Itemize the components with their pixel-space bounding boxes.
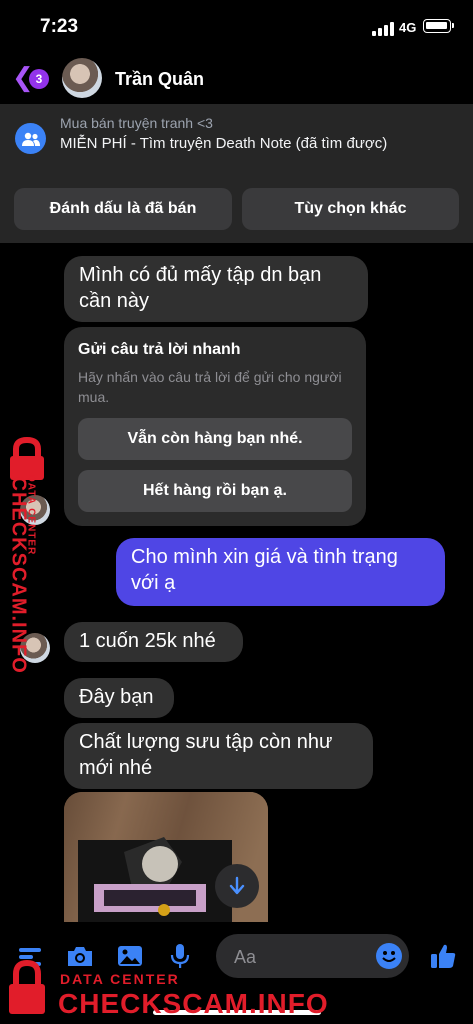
status-bar: 7:23 4G	[0, 0, 473, 52]
quick-reply-title: Gửi câu trả lời nhanh	[78, 341, 241, 358]
microphone-icon[interactable]	[164, 940, 196, 972]
scroll-down-button[interactable]	[215, 864, 259, 908]
emoji-icon[interactable]	[376, 943, 402, 969]
people-icon	[15, 123, 46, 154]
message-bubble[interactable]: Chất lượng sưu tập còn như mới nhé	[64, 723, 373, 789]
message-input[interactable]	[232, 944, 366, 970]
watermark-caption-side: DATA CENTER	[25, 474, 37, 556]
signal-icon	[372, 22, 394, 36]
message-bubble[interactable]: 1 cuốn 25k nhé	[64, 622, 243, 662]
message-bubble[interactable]: Mình có đủ mấy tập dn bạn cần này	[64, 256, 368, 322]
arrow-down-icon	[229, 876, 245, 895]
listing-title[interactable]: Mua bán truyện tranh <3	[60, 115, 213, 131]
watermark-brand-bottom: CHECKSCAM.INFO	[58, 988, 329, 1019]
network-label: 4G	[399, 20, 417, 35]
unread-count-badge[interactable]: 3	[29, 69, 49, 89]
message-bubble[interactable]: Đây bạn	[64, 678, 174, 718]
contact-avatar[interactable]	[62, 58, 102, 98]
more-options-button[interactable]: Tùy chọn khác	[242, 188, 459, 230]
chat-header: ❮ 3 Trần Quân	[0, 52, 473, 104]
lock-icon	[4, 958, 50, 1023]
quick-reply-option[interactable]: Vẫn còn hàng bạn nhé.	[78, 418, 352, 460]
quick-reply-option[interactable]: Hết hàng rồi bạn ạ.	[78, 470, 352, 512]
battery-icon	[423, 19, 454, 33]
contact-name[interactable]: Trần Quân	[115, 69, 204, 90]
message-photo[interactable]	[64, 792, 268, 932]
quick-reply-card: Gửi câu trả lời nhanh Hãy nhấn vào câu t…	[64, 327, 366, 526]
camera-icon[interactable]	[64, 940, 96, 972]
quick-reply-hint: Hãy nhấn vào câu trả lời để gửi cho ngườ…	[78, 369, 342, 405]
message-input-container	[216, 934, 409, 978]
thumbs-up-icon[interactable]	[427, 940, 459, 972]
mark-sold-button[interactable]: Đánh dấu là đã bán	[14, 188, 232, 230]
message-bubble-outgoing[interactable]: Cho mình xin giá và tình trạng với ạ	[116, 538, 445, 606]
listing-subtitle[interactable]: MIỄN PHÍ - Tìm truyện Death Note (đã tìm…	[60, 134, 400, 154]
marketplace-listing-banner: Mua bán truyện tranh <3 MIỄN PHÍ - Tìm t…	[0, 104, 473, 243]
status-time: 7:23	[40, 16, 79, 37]
gallery-icon[interactable]	[114, 940, 146, 972]
watermark-caption-bottom: DATA CENTER	[60, 971, 180, 987]
